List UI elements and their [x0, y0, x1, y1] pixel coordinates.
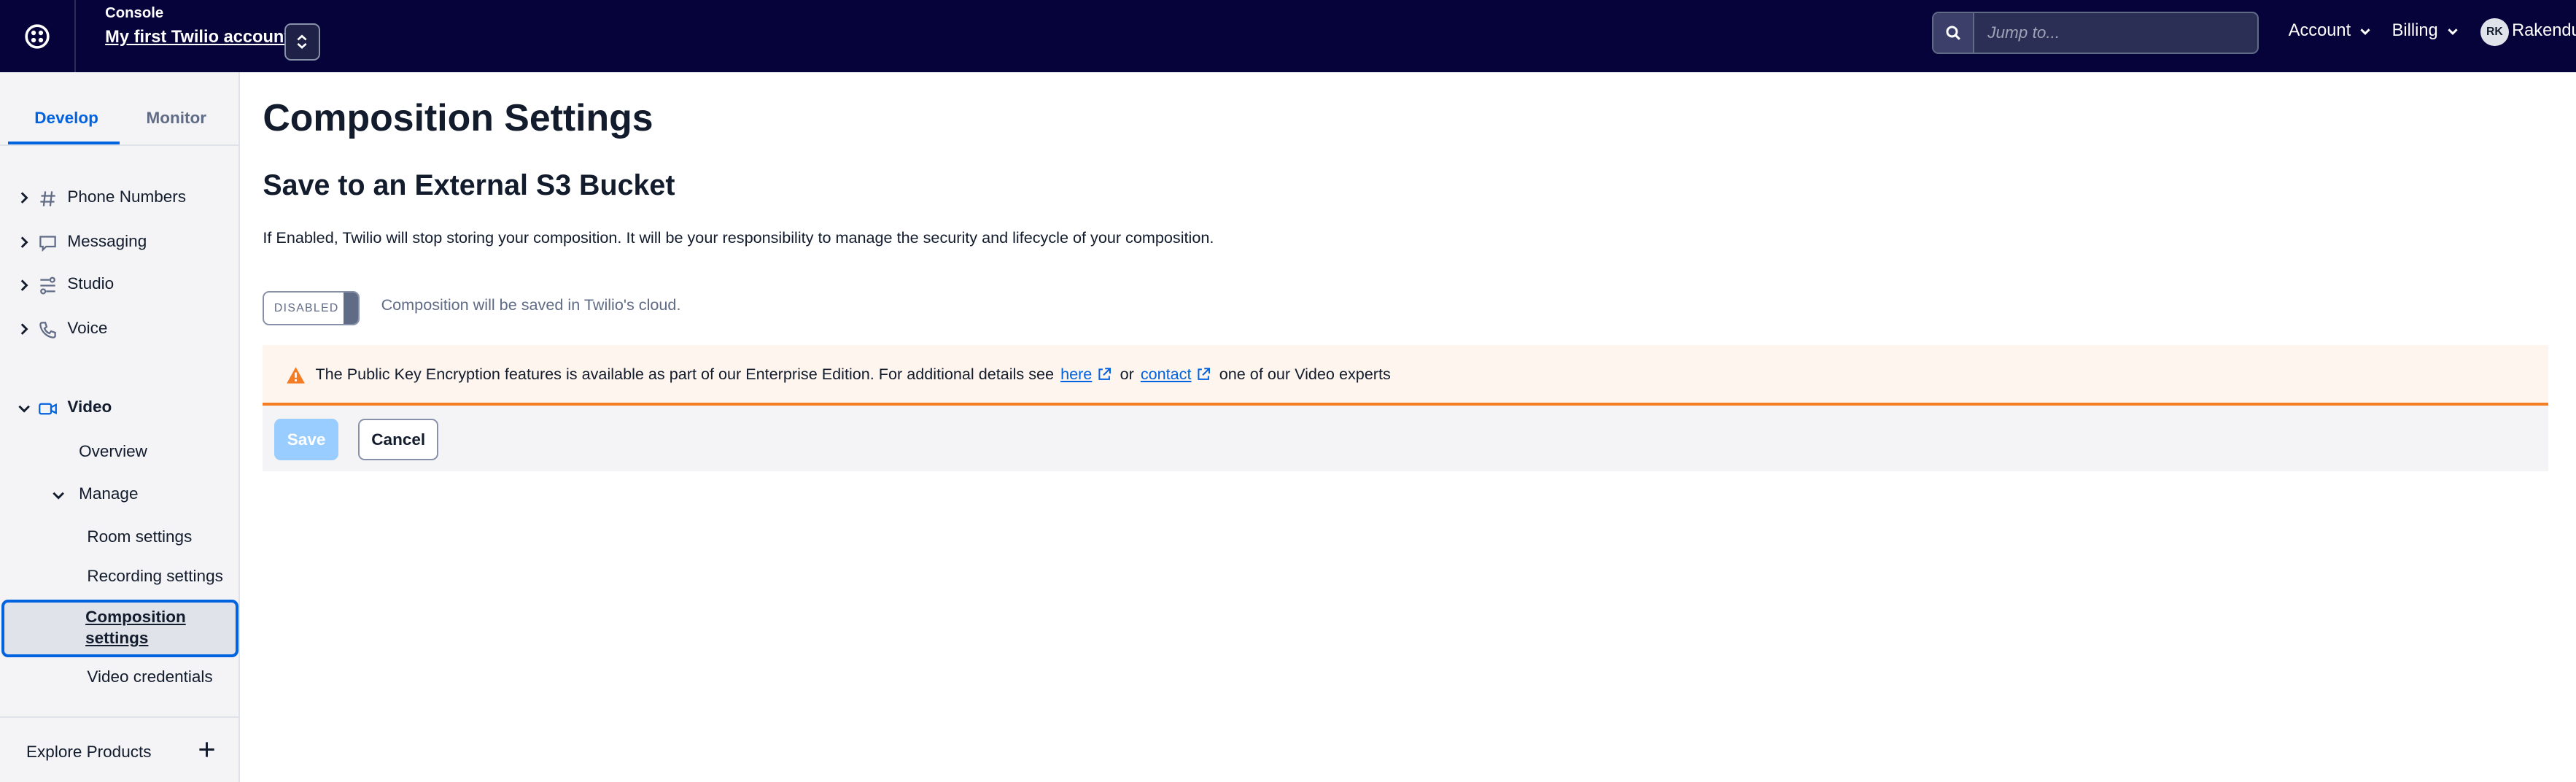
main-content: Composition Settings Save to an External… — [240, 72, 2576, 782]
alert-message: The Public Key Encryption features is av… — [315, 365, 1390, 384]
chevron-right-icon — [20, 236, 28, 249]
sidebar-item-video-credentials[interactable]: Video credentials — [87, 667, 212, 686]
sidebar-item-messaging[interactable]: Messaging — [0, 230, 238, 256]
avatar[interactable]: RK — [2480, 18, 2509, 47]
account-menu[interactable]: Account — [2289, 21, 2373, 41]
chat-icon — [39, 236, 56, 252]
billing-menu-label: Billing — [2391, 21, 2438, 41]
twilio-logo-icon[interactable] — [0, 0, 76, 73]
here-link[interactable]: here — [1060, 365, 1092, 384]
sidebar-item-label: Manage — [79, 484, 139, 503]
cancel-button[interactable]: Cancel — [358, 419, 439, 460]
s3-bucket-toggle[interactable]: DISABLED — [263, 290, 360, 325]
save-button[interactable]: Save — [274, 419, 338, 460]
phone-icon — [39, 322, 56, 339]
alert-text: one of our Video experts — [1219, 365, 1391, 384]
chevron-right-icon — [20, 323, 28, 336]
section-title: Save to an External S3 Bucket — [263, 169, 675, 201]
account-menu-label: Account — [2288, 21, 2351, 41]
account-switcher-button[interactable] — [284, 23, 321, 61]
top-navigation-bar: Console My first Twilio account Account … — [0, 0, 2576, 73]
contact-link[interactable]: contact — [1141, 365, 1192, 384]
sidebar-item-label: Messaging — [67, 231, 147, 250]
sidebar-item-manage[interactable]: Manage — [50, 483, 230, 509]
billing-menu[interactable]: Billing — [2392, 21, 2459, 41]
chevron-right-icon — [20, 279, 28, 291]
alert-text: The Public Key Encryption features is av… — [315, 365, 1055, 384]
sidebar-item-voice[interactable]: Voice — [0, 317, 238, 344]
sidebar: Develop Monitor Phone Numbers Messaging … — [0, 72, 240, 782]
sidebar-item-recording-settings[interactable]: Recording settings — [87, 567, 222, 586]
search-button[interactable] — [1933, 12, 1975, 53]
account-name-link[interactable]: My first Twilio account — [105, 28, 290, 47]
form-action-bar: Save Cancel — [263, 406, 2548, 472]
warning-icon — [287, 367, 305, 384]
sidebar-item-room-settings[interactable]: Room settings — [87, 527, 192, 546]
sidebar-item-label: Composition settings — [85, 608, 186, 648]
sidebar-item-video[interactable]: Video — [0, 396, 238, 422]
chevron-down-icon — [2448, 28, 2458, 35]
toggle-caption: Composition will be saved in Twilio's cl… — [381, 295, 681, 314]
chevron-up-down-icon — [297, 34, 307, 50]
search-icon — [1946, 26, 1960, 40]
tab-monitor[interactable]: Monitor — [146, 109, 206, 128]
sidebar-item-studio[interactable]: Studio — [0, 273, 238, 299]
sidebar-item-label: Video — [67, 398, 112, 417]
plus-icon[interactable] — [197, 740, 217, 759]
user-menu[interactable]: Rakendu — [2512, 21, 2576, 41]
divider — [0, 716, 238, 719]
jump-to-input[interactable] — [1974, 12, 2258, 53]
tab-develop[interactable]: Develop — [34, 109, 98, 128]
enterprise-warning-alert: The Public Key Encryption features is av… — [263, 345, 2548, 406]
chevron-right-icon — [20, 192, 28, 204]
toggle-state-label: DISABLED — [273, 302, 339, 315]
section-description: If Enabled, Twilio will stop storing you… — [263, 228, 1214, 247]
external-link-icon — [1198, 368, 1211, 380]
explore-products-label[interactable]: Explore Products — [26, 743, 151, 762]
external-link-icon — [1098, 368, 1112, 380]
chevron-down-icon — [2360, 28, 2371, 35]
sidebar-item-label: Phone Numbers — [67, 187, 187, 206]
sidebar-item-label: Voice — [67, 318, 108, 337]
studio-icon — [39, 276, 55, 295]
twilio-logo-icon — [25, 23, 50, 49]
console-label: Console — [105, 4, 164, 21]
video-icon — [38, 403, 57, 415]
chevron-down-icon — [18, 405, 30, 413]
sidebar-item-overview[interactable]: Overview — [79, 442, 147, 461]
hash-icon — [40, 191, 55, 206]
chevron-down-icon — [53, 492, 64, 500]
sidebar-item-phone-numbers[interactable]: Phone Numbers — [0, 186, 238, 212]
toggle-knob — [344, 292, 359, 324]
sidebar-item-label: Studio — [67, 274, 115, 293]
alert-text: or — [1120, 365, 1134, 384]
page-title: Composition Settings — [263, 96, 653, 139]
jump-to-search — [1931, 11, 2259, 55]
divider — [0, 144, 238, 147]
